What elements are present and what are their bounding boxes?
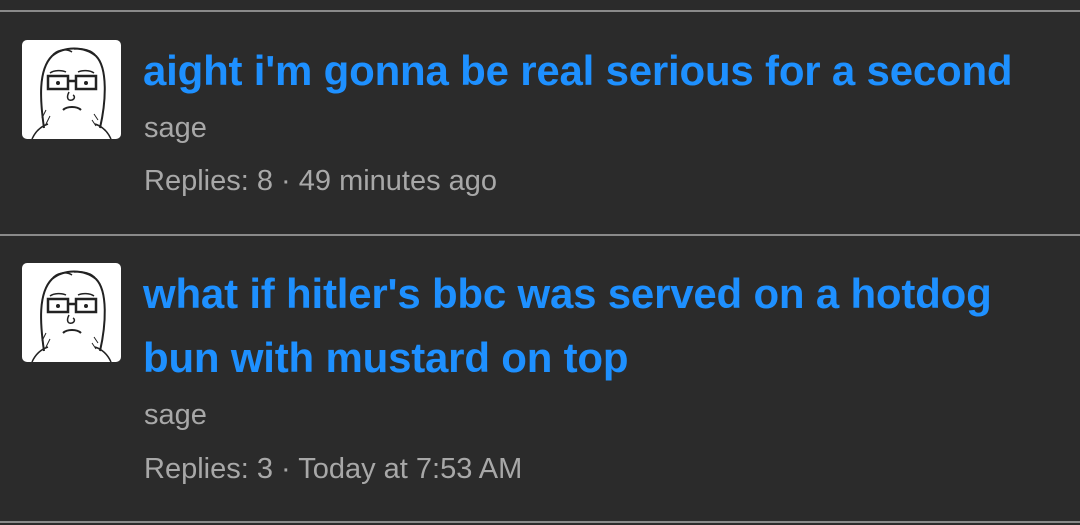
- thread-timestamp: 49 minutes ago: [298, 165, 498, 197]
- thread-timestamp: Today at 7:53 AM: [298, 453, 523, 485]
- wojak-glasses-icon: [31, 270, 112, 362]
- meta-separator: ·: [272, 165, 299, 197]
- meta-separator: ·: [272, 453, 299, 485]
- wojak-glasses-icon: [31, 47, 112, 139]
- thread-title[interactable]: aight i'm gonna be real serious for a se…: [143, 39, 1063, 103]
- reply-count: Replies: 8: [144, 165, 273, 197]
- avatar[interactable]: [22, 263, 121, 362]
- thread-title[interactable]: what if hitler's bbc was served on a hot…: [143, 262, 1063, 390]
- avatar[interactable]: [22, 40, 121, 139]
- thread-item[interactable]: what if hitler's bbc was served on a hot…: [0, 236, 1080, 521]
- thread-meta: Replies: 8 · 49 minutes ago: [144, 164, 497, 198]
- reply-count: Replies: 3: [144, 453, 273, 485]
- thread-item[interactable]: aight i'm gonna be real serious for a se…: [0, 0, 1080, 234]
- thread-author: sage: [144, 112, 207, 144]
- divider: [0, 521, 1080, 523]
- thread-list: aight i'm gonna be real serious for a se…: [0, 0, 1080, 525]
- thread-meta: Replies: 3 · Today at 7:53 AM: [144, 452, 522, 486]
- thread-author: sage: [144, 399, 207, 431]
